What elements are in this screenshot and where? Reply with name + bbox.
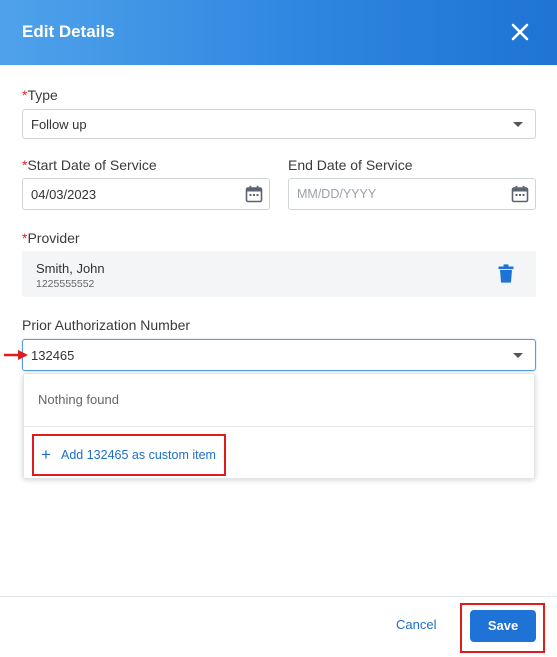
end-date-input[interactable]: MM/DD/YYYY [288, 178, 536, 210]
divider [24, 426, 534, 427]
prior-auth-label: Prior Authorization Number [22, 317, 191, 333]
provider-name: Smith, John [36, 261, 105, 276]
end-date-label: End Date of Service [288, 157, 413, 173]
chevron-down-icon [513, 353, 523, 358]
provider-label: *Provider [22, 230, 80, 246]
type-select[interactable]: Follow up [22, 109, 536, 139]
footer-divider [0, 596, 557, 597]
chevron-down-icon [513, 122, 523, 127]
close-icon[interactable] [508, 20, 532, 44]
arrow-right-icon [4, 350, 28, 360]
dialog-header: Edit Details [0, 0, 557, 65]
type-label: *Type [22, 87, 58, 103]
cancel-button[interactable]: Cancel [396, 617, 436, 632]
plus-icon: + [41, 445, 51, 464]
provider-card: Smith, John 1225555552 [22, 251, 536, 297]
prior-auth-input[interactable]: 132465 [22, 339, 536, 371]
calendar-icon[interactable] [245, 185, 263, 203]
start-date-label: *Start Date of Service [22, 157, 157, 173]
prior-auth-value: 132465 [31, 348, 75, 363]
end-date-placeholder: MM/DD/YYYY [297, 187, 377, 201]
add-custom-item-option[interactable]: + Add 132465 as custom item [32, 434, 226, 476]
dialog-title: Edit Details [22, 22, 115, 41]
start-date-value: 04/03/2023 [31, 187, 97, 202]
start-date-input[interactable]: 04/03/2023 [22, 178, 270, 210]
calendar-icon[interactable] [511, 185, 529, 203]
trash-icon[interactable] [498, 264, 514, 283]
add-custom-item-label: Add 132465 as custom item [61, 448, 216, 462]
save-button[interactable]: Save [470, 610, 536, 642]
provider-npi: 1225555552 [36, 278, 95, 290]
type-value: Follow up [31, 117, 87, 132]
prior-auth-dropdown: Nothing found + Add 132465 as custom ite… [23, 373, 535, 479]
empty-results-text: Nothing found [38, 392, 119, 407]
